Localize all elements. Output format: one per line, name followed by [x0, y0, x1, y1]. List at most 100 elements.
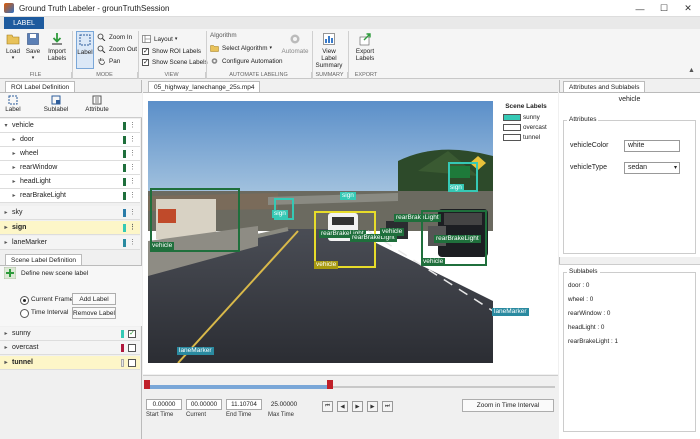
more-options-icon[interactable]: ⋮: [129, 135, 136, 143]
more-options-icon[interactable]: ⋮: [129, 177, 136, 185]
label-mode-button[interactable]: Label: [76, 31, 94, 69]
add-scene-button[interactable]: Add Label: [72, 293, 116, 305]
color-swatch[interactable]: [123, 164, 126, 172]
more-options-icon[interactable]: ⋮: [129, 149, 136, 157]
collapse-ribbon-icon[interactable]: ▲: [688, 67, 695, 74]
start-flag-icon[interactable]: [144, 380, 150, 389]
expand-chevron-icon[interactable]: ▸: [8, 150, 20, 157]
more-options-icon[interactable]: ⋮: [129, 208, 136, 216]
expand-chevron-icon[interactable]: ▾: [0, 122, 12, 129]
current-time-field[interactable]: 00.00000: [186, 399, 222, 410]
color-swatch[interactable]: [123, 224, 126, 232]
save-button[interactable]: Save ▾: [24, 32, 42, 62]
color-swatch[interactable]: [121, 330, 124, 338]
more-options-icon[interactable]: ⋮: [129, 238, 136, 246]
show-scene-labels-checkbox[interactable]: Show Scene Labels: [142, 58, 208, 66]
expand-chevron-icon[interactable]: ▸: [8, 178, 20, 185]
current-frame-radio[interactable]: [20, 296, 29, 305]
end-time-field[interactable]: 11.10704: [226, 399, 262, 410]
roi-item-sky[interactable]: ▸ sky ⋮: [0, 206, 140, 220]
select-algorithm-button[interactable]: Select Algorithm ▾: [210, 44, 272, 52]
scene-checkbox[interactable]: [128, 359, 136, 367]
more-options-icon[interactable]: ⋮: [129, 121, 136, 129]
expand-chevron-icon[interactable]: ▸: [0, 344, 12, 351]
expand-chevron-icon[interactable]: ▸: [8, 192, 20, 199]
pan-button[interactable]: Pan: [97, 57, 120, 65]
configure-automation-button[interactable]: Configure Automation: [210, 57, 283, 65]
roi-item-door[interactable]: ▸ door ⋮: [0, 133, 140, 147]
zoom-time-interval-button[interactable]: Zoom in Time Interval: [462, 399, 554, 412]
roi-item-rear-brake-light[interactable]: ▸ rearBrakeLight ⋮: [0, 189, 140, 203]
end-flag-icon[interactable]: [327, 380, 333, 389]
zoom-out-button[interactable]: Zoom Out: [97, 45, 137, 53]
scene-checkbox[interactable]: [128, 344, 136, 352]
add-attribute-tool[interactable]: Attribute: [84, 95, 110, 113]
roi-item-rear-window[interactable]: ▸ rearWindow ⋮: [0, 161, 140, 175]
show-roi-labels-checkbox[interactable]: Show ROI Labels: [142, 47, 201, 55]
tab-roi-label-definition[interactable]: ROI Label Definition: [5, 81, 76, 92]
show-roi-check[interactable]: [142, 47, 149, 55]
expand-chevron-icon[interactable]: ▸: [8, 164, 20, 171]
roi-item-label: wheel: [20, 150, 39, 157]
scene-item-overcast[interactable]: ▸ overcast: [0, 341, 140, 355]
automate-button[interactable]: Automate: [282, 32, 308, 55]
scene-checkbox[interactable]: ✓: [128, 330, 136, 338]
expand-chevron-icon[interactable]: ▸: [0, 239, 12, 246]
color-swatch[interactable]: [123, 178, 126, 186]
color-swatch[interactable]: [121, 359, 124, 367]
more-options-icon[interactable]: ⋮: [129, 191, 136, 199]
label-mode-label: Label: [77, 49, 93, 56]
color-swatch[interactable]: [123, 239, 126, 247]
add-scene-label-icon[interactable]: [4, 267, 16, 279]
pan-hand-icon: [98, 58, 105, 65]
roi-item-head-light[interactable]: ▸ headLight ⋮: [0, 175, 140, 189]
expand-chevron-icon[interactable]: ▸: [8, 136, 20, 143]
vehicle-color-input[interactable]: white: [624, 140, 680, 152]
color-swatch[interactable]: [123, 209, 126, 217]
minimize-button[interactable]: —: [628, 0, 652, 17]
expand-chevron-icon[interactable]: ▸: [0, 359, 12, 366]
prev-frame-button[interactable]: ◀: [337, 401, 348, 412]
last-frame-button[interactable]: ⏭: [382, 401, 393, 412]
add-label-tool[interactable]: Label: [4, 95, 22, 113]
view-label-summary-button[interactable]: View Label Summary: [314, 32, 344, 69]
layout-button[interactable]: Layout ▾: [142, 35, 177, 43]
scene-item-sunny[interactable]: ▸ sunny ✓: [0, 327, 140, 341]
roi-item-sign[interactable]: ▸ sign ⋮: [0, 221, 140, 235]
color-swatch[interactable]: [123, 192, 126, 200]
roi-item-vehicle[interactable]: ▾ vehicle ⋮: [0, 119, 140, 133]
tab-attributes-sublabels[interactable]: Attributes and Sublabels: [563, 81, 646, 92]
close-button[interactable]: ✕: [676, 0, 700, 17]
color-swatch[interactable]: [123, 150, 126, 158]
time-interval-radio[interactable]: [20, 309, 29, 318]
vehicle-type-select[interactable]: sedan ▾: [624, 162, 680, 174]
more-options-icon[interactable]: ⋮: [129, 223, 136, 231]
color-swatch[interactable]: [123, 122, 126, 130]
color-swatch[interactable]: [121, 344, 124, 352]
scene-item-tunnel[interactable]: ▸ tunnel: [0, 356, 140, 370]
color-swatch[interactable]: [123, 136, 126, 144]
first-frame-button[interactable]: ⏮: [322, 401, 333, 412]
tab-label[interactable]: LABEL: [4, 17, 44, 29]
roi-item-wheel[interactable]: ▸ wheel ⋮: [0, 147, 140, 161]
maximize-button[interactable]: ☐: [652, 0, 676, 17]
export-labels-button[interactable]: Export Labels: [352, 32, 378, 62]
next-frame-button[interactable]: ▶: [367, 401, 378, 412]
start-time-field[interactable]: 0.00000: [146, 399, 182, 410]
expand-chevron-icon[interactable]: ▸: [0, 224, 12, 231]
roi-item-lane-marker[interactable]: ▸ laneMarker ⋮: [0, 236, 140, 250]
show-scene-check[interactable]: [142, 58, 149, 66]
import-labels-button[interactable]: Import Labels: [45, 32, 69, 62]
add-sublabel-tool[interactable]: Sublabel: [44, 95, 68, 113]
chevron-down-icon[interactable]: ▾: [674, 163, 677, 173]
scene-item-label: tunnel: [12, 359, 33, 366]
load-button[interactable]: Load ▾: [4, 32, 22, 62]
play-button[interactable]: ▶: [352, 401, 363, 412]
tab-video-file[interactable]: 05_highway_lanechange_25s.mp4: [148, 81, 261, 92]
remove-scene-button[interactable]: Remove Label: [72, 307, 116, 319]
more-options-icon[interactable]: ⋮: [129, 163, 136, 171]
expand-chevron-icon[interactable]: ▸: [0, 330, 12, 337]
expand-chevron-icon[interactable]: ▸: [0, 209, 12, 216]
tab-scene-label-definition[interactable]: Scene Label Definition: [5, 254, 83, 265]
zoom-in-button[interactable]: Zoom In: [97, 33, 132, 41]
